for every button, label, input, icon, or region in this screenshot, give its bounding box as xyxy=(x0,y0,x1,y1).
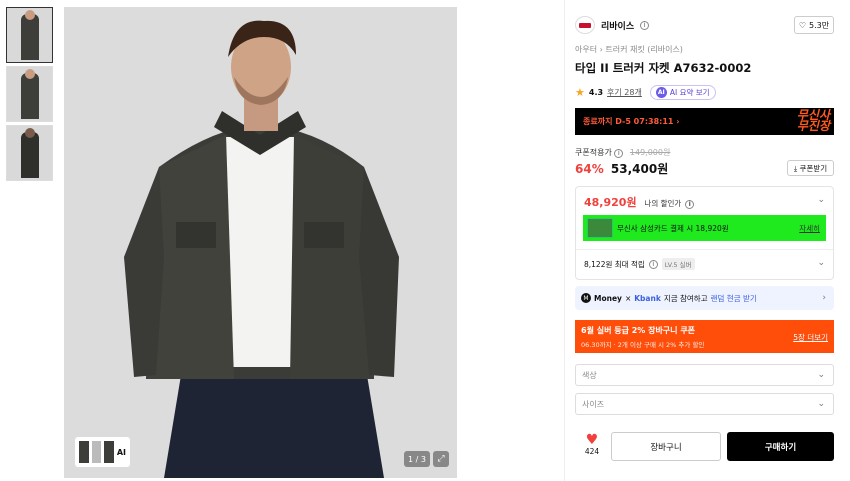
ai-chip-label: AI xyxy=(116,447,126,457)
size-placeholder: 사이즈 xyxy=(582,399,605,409)
banner-art: 무신사 무진장 xyxy=(796,108,830,133)
promo-coupon-banner[interactable]: 6월 실버 등급 2% 장바구니 쿠폰 06.30까지 · 2개 이상 구매 시… xyxy=(575,320,834,353)
coupon-button[interactable]: ⤓ 쿠폰받기 xyxy=(787,160,834,176)
ai-icon: AI xyxy=(655,87,667,98)
points-row[interactable]: 8,122원 최대 적립 i LV.5 실버 xyxy=(584,258,695,270)
times-icon: × xyxy=(624,293,632,303)
money-brand: Money xyxy=(594,293,622,303)
sale-banner[interactable]: 종료까지 D-5 07:38:11 › 무신사 무진장 xyxy=(575,108,834,135)
color-placeholder: 색상 xyxy=(582,370,597,380)
like-count: 5.3만 xyxy=(809,20,830,30)
money-text: 지금 참여하고 xyxy=(663,293,708,303)
thumbnail-3[interactable] xyxy=(6,125,53,181)
info-icon[interactable]: i xyxy=(648,259,658,269)
promo-title: 6월 실버 등급 2% 장바구니 쿠폰 xyxy=(581,326,696,335)
chevron-down-icon: ⌄ xyxy=(817,370,825,380)
info-icon[interactable]: i xyxy=(614,148,624,158)
heart-outline-icon: ♡ xyxy=(798,20,807,30)
breadcrumb[interactable]: 아우터 › 트러커 재킷 (리바이스) xyxy=(575,44,683,55)
buy-button[interactable]: 구매하기 xyxy=(727,432,834,461)
ai-fit-chip[interactable]: AI xyxy=(75,437,130,467)
product-title: 타입 II 트러커 자켓 A7632-0002 xyxy=(575,61,752,75)
final-price: 53,400원 xyxy=(610,162,669,176)
card-offer-row[interactable]: 무신사 삼성카드 결제 시 18,920원 자세히 xyxy=(583,215,826,241)
size-select[interactable]: 사이즈 ⌄ xyxy=(575,393,834,415)
money-icon: M xyxy=(581,293,591,303)
rating-row: ★ 4.3 후기 28개 AI AI 요약 보기 xyxy=(575,85,716,100)
chevron-down-icon[interactable]: ⌄ xyxy=(817,195,825,205)
expand-icon[interactable]: ⤢ xyxy=(433,451,449,467)
my-price-label: 나의 할인가 xyxy=(644,199,682,208)
rating-value: 4.3 xyxy=(588,88,604,97)
thumbnail-2[interactable] xyxy=(6,66,53,122)
chevron-down-icon[interactable]: ⌄ xyxy=(817,258,825,268)
card-offer-text: 무신사 삼성카드 결제 시 18,920원 xyxy=(617,223,729,233)
ai-summary-label: AI 요약 보기 xyxy=(669,88,710,97)
chevron-right-icon: › xyxy=(822,293,826,303)
model-illustration xyxy=(64,7,457,478)
thumbnail-1[interactable] xyxy=(6,7,53,63)
thumbnail-list xyxy=(6,7,54,184)
like-button[interactable]: ♡ 5.3만 xyxy=(794,16,834,34)
my-price[interactable]: 48,920원 나의 할인가 i xyxy=(584,194,695,210)
discount-rate: 64% xyxy=(575,162,604,176)
price-label: 쿠폰적용가 xyxy=(575,148,612,157)
image-pager: 1 / 3 xyxy=(404,451,430,467)
points-text: 8,122원 최대 적립 xyxy=(584,259,645,269)
card-detail-link[interactable]: 자세히 xyxy=(799,223,820,234)
heart-icon: ♥ xyxy=(585,432,599,448)
price-row: 64% 53,400원 xyxy=(575,160,668,177)
main-product-image[interactable]: AI 1 / 3 ⤢ xyxy=(64,7,457,478)
info-icon[interactable]: i xyxy=(685,199,695,209)
promo-sub: 06.30까지 · 2개 이상 구매 시 2% 추가 할인 xyxy=(581,341,705,349)
my-price-amount: 48,920원 xyxy=(584,196,637,209)
original-price: 149,000원 xyxy=(629,148,671,157)
product-info-panel: 리바이스 i ♡ 5.3만 아우터 › 트러커 재킷 (리바이스) 타입 II … xyxy=(564,0,850,481)
divider xyxy=(576,249,833,250)
brand-row: 리바이스 i xyxy=(575,16,650,34)
ai-summary-button[interactable]: AI AI 요약 보기 xyxy=(649,85,716,100)
chevron-down-icon: ⌄ xyxy=(817,399,825,409)
cart-button[interactable]: 장바구니 xyxy=(611,432,721,461)
credit-card-icon xyxy=(587,218,613,238)
brand-name[interactable]: 리바이스 xyxy=(601,19,634,32)
wishlist-button[interactable]: ♥ 424 xyxy=(581,433,603,456)
level-badge: LV.5 실버 xyxy=(661,258,695,270)
promo-more-link[interactable]: 5장 더보기 xyxy=(793,332,828,343)
sale-countdown: 종료까지 D-5 07:38:11 › xyxy=(583,117,680,126)
money-banner[interactable]: M Money × Kbank 지금 참여하고 랜덤 현금 받기 › xyxy=(575,286,834,310)
my-price-box: 48,920원 나의 할인가 i ⌄ 무신사 삼성카드 결제 시 18,920원… xyxy=(575,186,834,280)
money-link: 랜덤 현금 받기 xyxy=(710,293,757,303)
wishlist-count: 424 xyxy=(584,447,600,456)
color-select[interactable]: 색상 ⌄ xyxy=(575,364,834,386)
star-icon: ★ xyxy=(575,86,585,99)
brand-logo[interactable] xyxy=(575,16,595,34)
info-icon[interactable]: i xyxy=(640,20,650,30)
review-link[interactable]: 후기 28개 xyxy=(607,87,642,98)
price-label-row: 쿠폰적용가 i 149,000원 xyxy=(575,147,670,158)
kbank-label: Kbank xyxy=(634,293,661,303)
